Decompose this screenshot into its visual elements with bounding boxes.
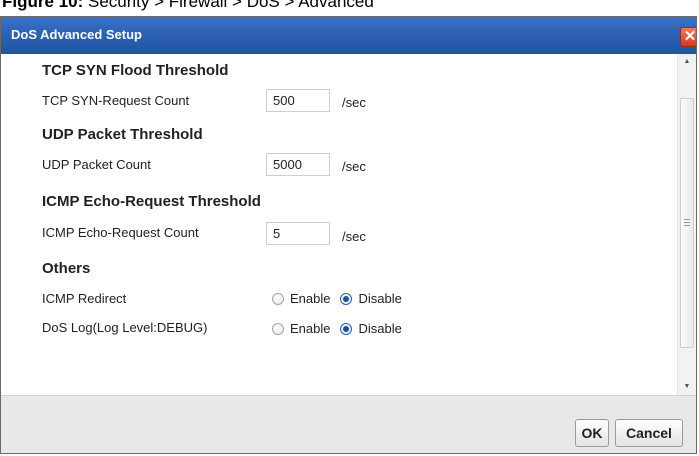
icmp-unit: /sec	[342, 229, 366, 244]
scroll-up-arrow-icon[interactable]: ▲	[678, 54, 696, 70]
screenshot-root: Figure 10: Security > Firewall > DoS > A…	[0, 0, 699, 456]
tcp-syn-count-input[interactable]	[266, 89, 330, 112]
scroll-down-arrow-icon[interactable]: ▼	[678, 379, 696, 395]
udp-unit: /sec	[342, 159, 366, 174]
figure-label: Figure 10:	[2, 0, 84, 11]
dos-log-disable-radio[interactable]	[340, 322, 353, 335]
udp-heading: UDP Packet Threshold	[42, 126, 203, 143]
dos-log-radio-group: Enable Disable	[272, 321, 412, 336]
dos-log-enable-label[interactable]: Enable	[290, 321, 330, 336]
dialog-footer: OK Cancel	[1, 395, 696, 453]
icmp-redirect-label: ICMP Redirect	[42, 291, 127, 306]
udp-label: UDP Packet Count	[42, 157, 151, 172]
scrollbar-thumb[interactable]	[680, 98, 694, 348]
icmp-heading: ICMP Echo-Request Threshold	[42, 193, 261, 210]
dialog-title: DoS Advanced Setup	[11, 27, 142, 42]
scrollbar-grip-icon	[684, 219, 690, 226]
dos-log-label: DoS Log(Log Level:DEBUG)	[42, 320, 208, 335]
figure-path: Security > Firewall > DoS > Advanced	[87, 0, 374, 11]
icmp-count-input[interactable]	[266, 222, 330, 245]
vertical-scrollbar[interactable]: ▲ ▼	[677, 54, 696, 395]
dos-advanced-setup-dialog: DoS Advanced Setup ✕ TCP SYN Flood Thres…	[0, 16, 697, 454]
icmp-redirect-enable-radio[interactable]	[272, 292, 284, 305]
icmp-redirect-enable-label[interactable]: Enable	[290, 291, 330, 306]
icmp-redirect-disable-radio[interactable]	[340, 292, 353, 305]
tcp-syn-heading: TCP SYN Flood Threshold	[42, 62, 229, 79]
udp-count-input[interactable]	[266, 153, 330, 176]
icmp-label: ICMP Echo-Request Count	[42, 225, 199, 240]
cancel-button[interactable]: Cancel	[615, 419, 683, 447]
dialog-content: TCP SYN Flood Threshold TCP SYN-Request …	[1, 54, 677, 395]
dos-log-disable-label[interactable]: Disable	[358, 321, 401, 336]
tcp-syn-label: TCP SYN-Request Count	[42, 93, 190, 108]
icmp-redirect-disable-label[interactable]: Disable	[358, 291, 401, 306]
close-button[interactable]: ✕	[680, 27, 697, 47]
figure-caption: Figure 10: Security > Firewall > DoS > A…	[2, 0, 374, 12]
close-icon: ✕	[683, 28, 697, 45]
dialog-titlebar: DoS Advanced Setup ✕	[1, 17, 696, 54]
dos-log-enable-radio[interactable]	[272, 322, 284, 335]
tcp-syn-unit: /sec	[342, 95, 366, 110]
ok-button[interactable]: OK	[575, 419, 609, 447]
icmp-redirect-radio-group: Enable Disable	[272, 291, 412, 306]
others-heading: Others	[42, 260, 91, 277]
